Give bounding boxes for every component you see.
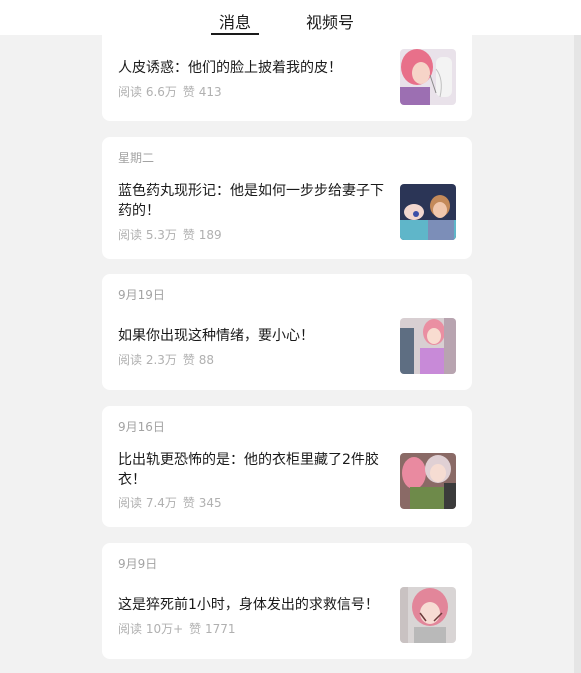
article-date: 9月19日 (118, 288, 165, 302)
article-date: 9月9日 (118, 557, 158, 571)
like-count: 赞 189 (182, 228, 222, 242)
article-thumbnail[interactable] (400, 453, 456, 509)
article-thumbnail[interactable] (400, 184, 456, 240)
like-count: 赞 1771 (189, 622, 236, 636)
article-title[interactable]: 这是猝死前1小时，身体发出的求救信号！ (118, 595, 390, 615)
article-stats: 阅读 10万+ 赞 1771 (118, 620, 242, 637)
article-card[interactable]: 星期二 蓝色药丸现形记：他是如何一步步给妻子下药的！ 阅读 5.3万赞 189 (102, 137, 472, 259)
article-title[interactable]: 蓝色药丸现形记：他是如何一步步给妻子下药的！ (118, 181, 390, 221)
read-count: 阅读 2.3万 (118, 353, 177, 367)
article-stats: 阅读 5.3万赞 189 (118, 226, 228, 243)
tab-channels[interactable]: 视频号 (306, 9, 354, 33)
window-edge (574, 35, 581, 673)
active-tab-indicator (211, 33, 259, 35)
article-thumbnail[interactable] (400, 587, 456, 643)
read-count: 阅读 10万+ (118, 622, 184, 636)
article-date: 9月16日 (118, 420, 165, 434)
article-card[interactable]: 9月9日 这是猝死前1小时，身体发出的求救信号！ 阅读 10万+ 赞 1771 (102, 543, 472, 659)
article-card[interactable]: 9月19日 如果你出现这种情绪，要小心！ 阅读 2.3万赞 88 (102, 274, 472, 390)
article-card[interactable]: 人皮诱惑：他们的脸上披着我的皮！ 阅读 6.6万赞 413 (102, 24, 472, 121)
like-count: 赞 413 (182, 85, 222, 99)
top-tab-bar: 消息 视频号 (0, 0, 581, 35)
like-count: 赞 345 (182, 496, 222, 510)
like-count: 赞 88 (182, 353, 214, 367)
read-count: 阅读 6.6万 (118, 85, 177, 99)
article-title[interactable]: 人皮诱惑：他们的脸上披着我的皮！ (118, 58, 390, 78)
read-count: 阅读 5.3万 (118, 228, 177, 242)
article-stats: 阅读 2.3万赞 88 (118, 351, 220, 368)
article-card[interactable]: 9月16日 比出轨更恐怖的是：他的衣柜里藏了2件胶衣！ 阅读 7.4万赞 345 (102, 406, 472, 527)
article-title[interactable]: 如果你出现这种情绪，要小心！ (118, 326, 390, 346)
article-title[interactable]: 比出轨更恐怖的是：他的衣柜里藏了2件胶衣！ (118, 450, 390, 490)
article-date: 星期二 (118, 151, 155, 165)
tab-messages[interactable]: 消息 (219, 9, 251, 33)
article-thumbnail[interactable] (400, 49, 456, 105)
article-stats: 阅读 6.6万赞 413 (118, 83, 228, 100)
read-count: 阅读 7.4万 (118, 496, 177, 510)
article-stats: 阅读 7.4万赞 345 (118, 494, 228, 511)
article-thumbnail[interactable] (400, 318, 456, 374)
